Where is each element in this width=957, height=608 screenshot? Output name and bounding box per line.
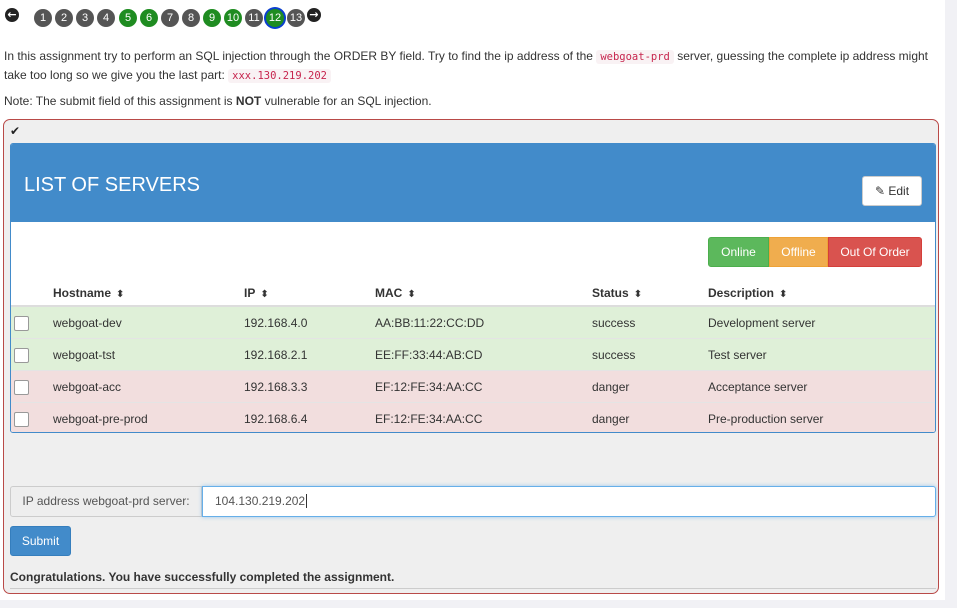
select-column-header (11, 281, 53, 307)
cell-mac: EE:FF:33:44:AB:CD (375, 338, 592, 371)
column-label: Status (592, 286, 629, 300)
table-row: webgoat-pre-prod 192.168.6.4 EF:12:FE:34:A… (11, 402, 935, 432)
servers-table-body: webgoat-dev 192.168.4.0 AA:BB:11:22:CC:DD s… (11, 305, 935, 432)
select-cell (11, 305, 53, 339)
note-suffix: vulnerable for an SQL injection. (264, 94, 432, 108)
cell-description: Test server (708, 338, 935, 371)
cell-hostname: webgoat-acc (53, 370, 244, 403)
ip-address-label: IP address webgoat-prd server: (10, 486, 202, 517)
cell-hostname: webgoat-tst (53, 338, 244, 371)
page-button-13[interactable]: 13 (287, 9, 305, 27)
checkmark-icon: ✔ (10, 124, 21, 138)
cell-description: Pre-production server (708, 402, 935, 432)
ip-form-row: IP address webgoat-prd server: 104.130.2… (10, 486, 936, 517)
row-checkbox[interactable] (14, 347, 29, 363)
select-cell (11, 338, 53, 371)
page-button-4[interactable]: 4 (97, 9, 115, 27)
page-button-2[interactable]: 2 (55, 9, 73, 27)
cell-description: Development server (708, 305, 935, 339)
online-button[interactable]: Online (708, 237, 769, 267)
table-row: webgoat-dev 192.168.4.0 AA:BB:11:22:CC:DD s… (11, 305, 935, 339)
edit-label: Edit (888, 184, 910, 198)
page-button-11[interactable]: 11 (245, 9, 263, 27)
table-header-row: Hostname ⬍ IP ⬍ MAC ⬍ Status ⬍ Description ⬍ (11, 281, 935, 307)
attack-container: ✔ LIST OF SERVERS ✎ Edit Online Offline … (3, 119, 939, 594)
cell-status: success (592, 338, 708, 371)
cell-status: danger (592, 402, 708, 432)
ip-address-input[interactable]: 104.130.219.202 (202, 486, 936, 517)
assignment-note: Note: The submit field of this assignmen… (4, 92, 432, 110)
cell-hostname: webgoat-pre-prod (53, 402, 244, 432)
cell-mac: EF:12:FE:34:AA:CC (375, 402, 592, 432)
cell-hostname: webgoat-dev (53, 305, 244, 339)
cell-ip: 192.168.3.3 (244, 370, 375, 403)
table-row: webgoat-tst 192.168.2.1 EE:FF:33:44:AB:CD s… (11, 338, 935, 371)
row-checkbox[interactable] (14, 411, 29, 427)
column-label: IP (244, 286, 256, 300)
status-filter-group: Online Offline Out Of Order (708, 237, 922, 267)
sort-icon: ⬍ (407, 289, 416, 300)
divider (10, 588, 936, 589)
select-cell (11, 402, 53, 432)
page-button-8[interactable]: 8 (182, 9, 200, 27)
sort-icon: ⬍ (116, 289, 125, 300)
sort-icon: ⬍ (633, 289, 643, 300)
cell-description: Acceptance server (708, 370, 935, 403)
lesson-page: ← 1 2 3 4 5 6 7 8 9 10 11 12 13 → In this assignment… (0, 0, 945, 600)
intro-text-1: In this assignment try to perform an SQL… (4, 49, 593, 63)
cell-mac: AA:BB:11:22:CC:DD (375, 305, 592, 339)
row-checkbox[interactable] (14, 315, 29, 331)
cell-ip: 192.168.2.1 (244, 338, 375, 371)
row-checkbox[interactable] (14, 379, 29, 395)
ip-address-value: 104.130.219.202 (215, 494, 306, 508)
column-header-status[interactable]: Status ⬍ (592, 281, 708, 307)
sort-icon: ⬍ (779, 289, 788, 300)
page-button-1[interactable]: 1 (34, 9, 52, 27)
panel-title: LIST OF SERVERS (24, 174, 200, 196)
page-button-5[interactable]: 5 (119, 9, 137, 27)
page-button-7[interactable]: 7 (161, 9, 179, 27)
table-row: webgoat-acc 192.168.3.3 EF:12:FE:34:AA:CC d… (11, 370, 935, 403)
page-button-6[interactable]: 6 (140, 9, 158, 27)
cell-mac: EF:12:FE:34:AA:CC (375, 370, 592, 403)
note-prefix: Note: The submit field of this assignmen… (4, 94, 233, 108)
sort-icon: ⬍ (260, 289, 269, 300)
note-bold: NOT (235, 94, 262, 108)
page-button-9[interactable]: 9 (203, 9, 221, 27)
assignment-intro: In this assignment try to perform an SQL… (4, 47, 939, 85)
select-cell (11, 370, 53, 403)
cell-status: success (592, 305, 708, 339)
column-header-hostname[interactable]: Hostname ⬍ (53, 281, 244, 307)
column-label: Description (708, 286, 775, 300)
page-button-10[interactable]: 10 (224, 9, 242, 27)
column-header-description[interactable]: Description ⬍ (708, 281, 935, 307)
column-header-mac[interactable]: MAC ⬍ (375, 281, 592, 307)
cell-ip: 192.168.4.0 (244, 305, 375, 339)
out-of-order-button[interactable]: Out Of Order (828, 237, 922, 267)
text-cursor (306, 494, 308, 508)
page-button-3[interactable]: 3 (76, 9, 94, 27)
page-button-12[interactable]: 12 (266, 9, 284, 27)
arrow-left-icon[interactable]: ← (5, 8, 19, 22)
pencil-icon: ✎ (874, 184, 886, 198)
intro-code-host: webgoat-prd (596, 50, 674, 64)
column-header-ip[interactable]: IP ⬍ (244, 281, 375, 307)
arrow-right-icon[interactable]: → (307, 8, 321, 22)
intro-code-ip: xxx.130.219.202 (228, 69, 331, 83)
assignment-feedback: Congratulations. You have successfully c… (10, 570, 395, 584)
cell-status: danger (592, 370, 708, 403)
edit-button[interactable]: ✎ Edit (862, 176, 922, 206)
offline-button[interactable]: Offline (769, 237, 828, 267)
column-label: Hostname (53, 286, 112, 300)
cell-ip: 192.168.6.4 (244, 402, 375, 432)
servers-panel: LIST OF SERVERS ✎ Edit Online Offline Ou… (10, 143, 936, 433)
submit-button[interactable]: Submit (10, 526, 71, 556)
panel-heading: LIST OF SERVERS ✎ Edit (11, 144, 935, 222)
servers-table: Hostname ⬍ IP ⬍ MAC ⬍ Status ⬍ Description ⬍ … (11, 281, 935, 432)
column-label: MAC (375, 286, 403, 300)
